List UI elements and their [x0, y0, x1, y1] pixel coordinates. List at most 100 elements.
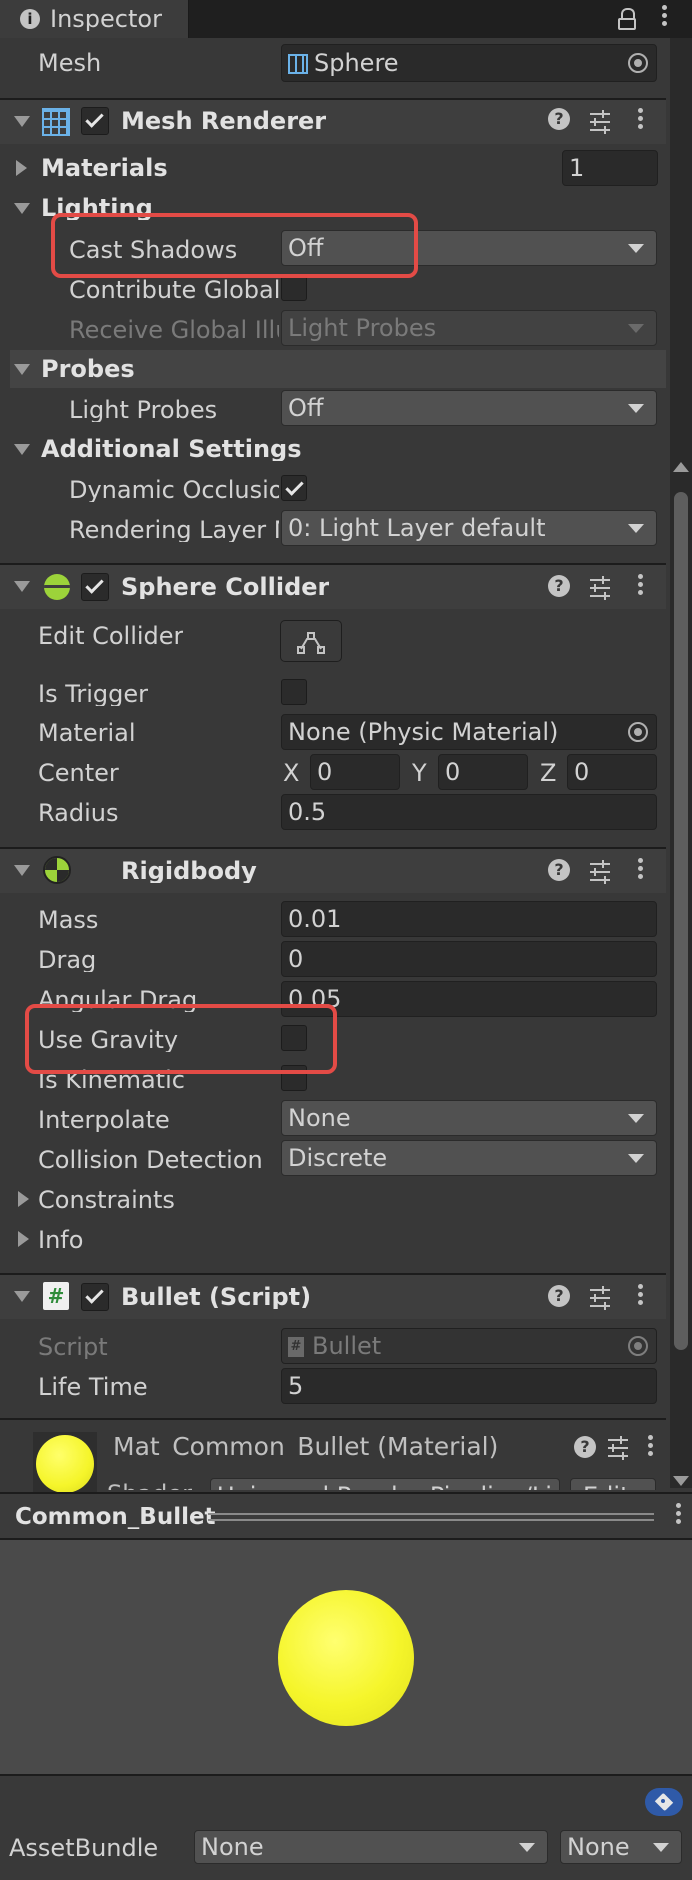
info-label: Info	[38, 1228, 84, 1252]
foldout-rigidbody[interactable]	[14, 865, 30, 876]
center-x-field[interactable]: 0	[310, 754, 400, 790]
center-z-field[interactable]: 0	[567, 754, 657, 790]
preset-icon[interactable]	[606, 1434, 634, 1462]
radius-field[interactable]: 0.5	[281, 794, 657, 830]
angular-drag-field[interactable]: 0.05	[281, 981, 657, 1017]
probes-label: Probes	[41, 357, 135, 381]
foldout-bullet-script[interactable]	[14, 1291, 30, 1302]
interpolate-dropdown[interactable]: None	[281, 1100, 657, 1136]
collider-material-label: Material	[38, 721, 136, 745]
constraints-label: Constraints	[38, 1188, 175, 1212]
help-icon[interactable]: ?	[548, 859, 576, 887]
sphere-collider-title: Sphere Collider	[121, 575, 330, 599]
mesh-grid-icon	[288, 54, 308, 74]
life-time-label: Life Time	[38, 1375, 148, 1399]
script-field: # Bullet	[281, 1328, 657, 1364]
help-icon[interactable]: ?	[574, 1436, 602, 1464]
center-x-label[interactable]: X	[283, 761, 299, 785]
chevron-down-icon	[628, 404, 644, 413]
material-title: Mat_Common_Bullet (Material)	[113, 1434, 499, 1459]
highlight-cast-shadows	[51, 213, 418, 278]
is-trigger-checkbox[interactable]	[281, 679, 307, 705]
rigidbody-icon	[43, 856, 71, 884]
component-menu-icon[interactable]	[626, 1281, 654, 1309]
preset-icon[interactable]	[588, 108, 616, 136]
light-probes-label: Light Probes	[69, 398, 218, 422]
mesh-renderer-title: Mesh Renderer	[121, 109, 327, 133]
component-menu-icon[interactable]	[626, 855, 654, 883]
sphere-collider-icon	[44, 574, 70, 600]
chevron-down-icon	[628, 324, 644, 333]
shader-label: Shader	[107, 1482, 192, 1490]
foldout-lighting[interactable]	[14, 203, 30, 214]
scroll-up-arrow[interactable]	[673, 462, 689, 472]
mesh-label: Mesh	[38, 51, 102, 75]
object-picker-icon[interactable]	[628, 722, 648, 742]
tab-inspector[interactable]: i Inspector	[0, 0, 189, 38]
mass-field[interactable]: 0.01	[281, 901, 657, 937]
help-icon[interactable]: ?	[548, 108, 576, 136]
material-menu-icon[interactable]	[636, 1432, 664, 1460]
materials-size-field[interactable]: 1	[562, 150, 658, 186]
help-icon[interactable]: ?	[548, 575, 576, 603]
scroll-down-arrow[interactable]	[673, 1476, 689, 1486]
shader-edit-button[interactable]: Edit...	[570, 1478, 656, 1490]
light-probes-dropdown[interactable]: Off	[281, 390, 657, 426]
rigidbody-title: Rigidbody	[121, 859, 257, 883]
drag-label: Drag	[38, 948, 97, 972]
mesh-renderer-enabled-checkbox[interactable]	[81, 107, 109, 135]
rendering-layer-dropdown[interactable]: 0: Light Layer default	[281, 510, 657, 546]
highlight-use-gravity	[25, 1004, 337, 1074]
object-picker-icon[interactable]	[628, 53, 648, 73]
chevron-down-icon	[628, 1114, 644, 1123]
dynamic-occlusion-checkbox[interactable]	[281, 475, 307, 501]
shader-row-clip: Shader Universal Render Pipeline/Li Edit…	[0, 1470, 668, 1490]
tab-menu-icon[interactable]	[650, 2, 678, 30]
material-preview-area[interactable]	[0, 1540, 692, 1776]
edit-collider-button[interactable]	[280, 620, 342, 662]
component-menu-icon[interactable]	[626, 105, 654, 133]
bullet-script-enabled-checkbox[interactable]	[81, 1283, 109, 1311]
bullet-script-title: Bullet (Script)	[121, 1285, 312, 1309]
scrollbar-thumb[interactable]	[674, 492, 688, 1350]
foldout-probes[interactable]	[14, 364, 30, 375]
chevron-down-icon	[628, 244, 644, 253]
help-icon[interactable]: ?	[548, 1285, 576, 1313]
collider-material-field[interactable]: None (Physic Material)	[281, 714, 657, 750]
life-time-field[interactable]: 5	[281, 1368, 657, 1404]
drag-field[interactable]: 0	[281, 941, 657, 977]
foldout-mesh-renderer[interactable]	[14, 116, 30, 127]
preset-icon[interactable]	[588, 574, 616, 602]
script-file-icon: #	[288, 1337, 304, 1357]
is-trigger-label: Is Trigger	[38, 682, 148, 706]
tab-title: Inspector	[50, 7, 162, 31]
center-z-label[interactable]: Z	[540, 761, 556, 785]
preset-icon[interactable]	[588, 1284, 616, 1312]
foldout-materials[interactable]	[16, 160, 27, 176]
center-y-label[interactable]: Y	[412, 761, 427, 785]
material-preview-sphere	[278, 1590, 414, 1726]
chevron-down-icon	[628, 1154, 644, 1163]
sphere-collider-enabled-checkbox[interactable]	[81, 573, 109, 601]
shader-dropdown[interactable]: Universal Render Pipeline/Li	[210, 1478, 560, 1490]
foldout-info[interactable]	[18, 1231, 29, 1247]
preview-title: Common_Bullet	[15, 1506, 216, 1529]
foldout-additional-settings[interactable]	[14, 444, 30, 455]
rendering-layer-label: Rendering Layer M	[69, 518, 279, 542]
foldout-sphere-collider[interactable]	[14, 581, 30, 592]
preset-icon[interactable]	[588, 858, 616, 886]
asset-bundle-variant-dropdown[interactable]: None	[560, 1830, 682, 1864]
asset-bundle-name-dropdown[interactable]: None	[194, 1830, 548, 1864]
mesh-field[interactable]: Sphere	[281, 44, 657, 82]
preview-menu-icon[interactable]	[664, 1500, 692, 1528]
contribute-gi-checkbox[interactable]	[281, 275, 307, 301]
center-y-field[interactable]: 0	[438, 754, 528, 790]
lock-icon[interactable]	[618, 8, 636, 30]
collision-detection-dropdown[interactable]: Discrete	[281, 1140, 657, 1176]
component-menu-icon[interactable]	[626, 571, 654, 599]
collision-detection-label: Collision Detection	[38, 1148, 263, 1172]
foldout-constraints[interactable]	[18, 1191, 29, 1207]
preview-drag-handle[interactable]	[208, 1513, 654, 1521]
tag-icon[interactable]	[645, 1788, 683, 1816]
center-label: Center	[38, 761, 119, 785]
